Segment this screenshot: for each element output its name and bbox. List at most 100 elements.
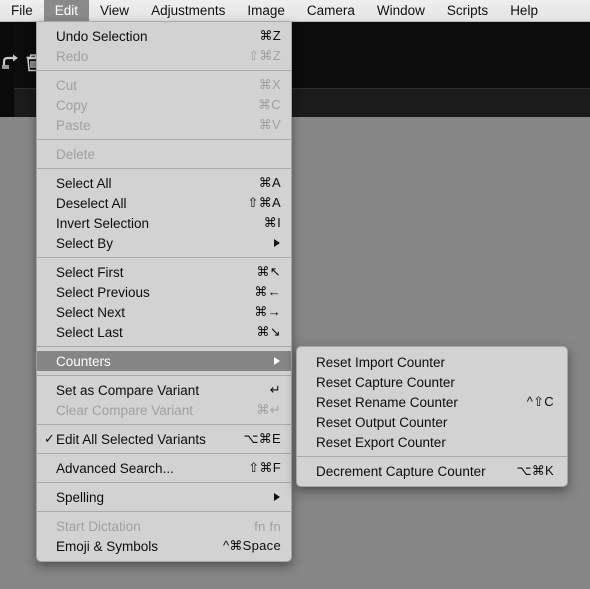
menu-separator — [37, 424, 291, 425]
menu-item-start-dictation: Start Dictation fn fn — [37, 516, 291, 536]
menubar-item-window[interactable]: Window — [366, 0, 436, 21]
menu-separator — [37, 511, 291, 512]
menu-item-shortcut: ⌘↵ — [256, 402, 281, 417]
menu-item-reset-export-counter[interactable]: Reset Export Counter — [297, 432, 567, 452]
menu-item-edit-all-selected-variants[interactable]: ✓ Edit All Selected Variants ⌥⌘E — [37, 429, 291, 449]
menu-item-decrement-capture-counter[interactable]: Decrement Capture Counter ⌥⌘K — [297, 461, 567, 481]
menu-item-label: Start Dictation — [56, 518, 141, 534]
menu-item-label: Reset Import Counter — [316, 354, 446, 370]
menu-item-label: Select Next — [56, 304, 126, 320]
menu-item-spelling[interactable]: Spelling — [37, 487, 291, 507]
menu-item-shortcut: ⌘← — [254, 284, 281, 299]
menu-item-shortcut: ↵ — [269, 382, 281, 397]
menu-item-select-first[interactable]: Select First ⌘↖ — [37, 262, 291, 282]
rotate-icon[interactable] — [0, 52, 22, 74]
menu-item-counters[interactable]: Counters — [37, 351, 291, 371]
menu-item-shortcut: ⌘→ — [254, 304, 281, 319]
menu-separator — [37, 346, 291, 347]
menu-item-label: Reset Output Counter — [316, 414, 448, 430]
menu-item-label: Advanced Search... — [56, 460, 174, 476]
menu-item-label: Select By — [56, 235, 114, 251]
menu-separator — [37, 375, 291, 376]
menu-item-reset-rename-counter[interactable]: Reset Rename Counter ^⇧C — [297, 392, 567, 412]
menu-item-shortcut: ^⌘Space — [222, 538, 281, 553]
menu-item-select-by[interactable]: Select By — [37, 233, 291, 253]
menu-item-shortcut: ⌘C — [258, 97, 281, 112]
menu-item-label: Counters — [56, 353, 111, 369]
menu-item-label: Invert Selection — [56, 215, 150, 231]
menubar-item-camera[interactable]: Camera — [296, 0, 366, 21]
menu-item-shortcut: ⌘Z — [259, 28, 281, 43]
menu-separator — [37, 168, 291, 169]
menu-item-shortcut: ⇧⌘F — [248, 460, 281, 475]
menu-item-cut: Cut ⌘X — [37, 75, 291, 95]
menu-item-label: Edit All Selected Variants — [56, 431, 206, 447]
menu-separator — [37, 257, 291, 258]
app-window: File Edit View Adjustments Image Camera Window… — [0, 0, 590, 589]
menu-item-shortcut: ⌘A — [258, 175, 281, 190]
menubar-item-view[interactable]: View — [89, 0, 140, 21]
menu-item-shortcut: ⌘↖ — [256, 264, 281, 279]
menu-item-label: Emoji & Symbols — [56, 538, 159, 554]
menu-item-label: Select Last — [56, 324, 123, 340]
menu-item-label: Reset Rename Counter — [316, 394, 458, 410]
menu-separator — [37, 139, 291, 140]
counters-submenu[interactable]: Reset Import Counter Reset Capture Counte… — [296, 346, 568, 487]
menu-item-label: Select Previous — [56, 284, 150, 300]
menu-item-label: Deselect All — [56, 195, 127, 211]
menu-item-select-previous[interactable]: Select Previous ⌘← — [37, 282, 291, 302]
menu-item-label: Select First — [56, 264, 124, 280]
menu-item-shortcut: ⇧⌘Z — [248, 48, 281, 63]
menu-item-shortcut: ⌥⌘K — [516, 463, 554, 478]
menu-item-label: Reset Export Counter — [316, 434, 446, 450]
menu-item-label: Copy — [56, 97, 88, 113]
menu-separator — [297, 456, 567, 457]
menubar-item-adjustments[interactable]: Adjustments — [140, 0, 236, 21]
menu-item-label: Delete — [56, 146, 96, 162]
edit-dropdown-menu[interactable]: Undo Selection ⌘Z Redo ⇧⌘Z Cut ⌘X Copy ⌘C Paste ⌘… — [36, 22, 292, 562]
menu-item-set-as-compare-variant[interactable]: Set as Compare Variant ↵ — [37, 380, 291, 400]
submenu-arrow-icon — [274, 357, 280, 365]
menu-item-label: Set as Compare Variant — [56, 382, 200, 398]
menu-item-label: Undo Selection — [56, 28, 148, 44]
menubar-item-file[interactable]: File — [0, 0, 44, 21]
menu-item-clear-compare-variant: Clear Compare Variant ⌘↵ — [37, 400, 291, 420]
menu-item-emoji-symbols[interactable]: Emoji & Symbols ^⌘Space — [37, 536, 291, 556]
menu-item-deselect-all[interactable]: Deselect All ⇧⌘A — [37, 193, 291, 213]
menu-item-shortcut: ⌘V — [258, 117, 281, 132]
menu-item-shortcut: ⌥⌘E — [243, 431, 281, 446]
menu-item-label: Reset Capture Counter — [316, 374, 455, 390]
menu-item-shortcut: ⌘I — [263, 215, 281, 230]
menu-item-delete: Delete — [37, 144, 291, 164]
menubar-item-scripts[interactable]: Scripts — [436, 0, 499, 21]
menu-item-reset-output-counter[interactable]: Reset Output Counter — [297, 412, 567, 432]
menu-item-shortcut: fn fn — [254, 518, 281, 534]
menu-item-reset-capture-counter[interactable]: Reset Capture Counter — [297, 372, 567, 392]
menu-item-label: Clear Compare Variant — [56, 402, 194, 418]
menubar-item-edit[interactable]: Edit — [43, 0, 90, 21]
menu-item-select-all[interactable]: Select All ⌘A — [37, 173, 291, 193]
menu-item-advanced-search[interactable]: Advanced Search... ⇧⌘F — [37, 458, 291, 478]
menu-item-label: Spelling — [56, 489, 105, 505]
menu-item-copy: Copy ⌘C — [37, 95, 291, 115]
menu-item-label: Cut — [56, 77, 78, 93]
menubar-item-image[interactable]: Image — [236, 0, 296, 21]
menu-item-reset-import-counter[interactable]: Reset Import Counter — [297, 352, 567, 372]
menu-item-label: Decrement Capture Counter — [316, 463, 486, 479]
submenu-arrow-icon — [274, 239, 280, 247]
menu-item-redo: Redo ⇧⌘Z — [37, 46, 291, 66]
menu-item-select-last[interactable]: Select Last ⌘↘ — [37, 322, 291, 342]
menu-separator — [37, 453, 291, 454]
menu-bar[interactable]: File Edit View Adjustments Image Camera Window… — [0, 0, 590, 22]
menu-item-invert-selection[interactable]: Invert Selection ⌘I — [37, 213, 291, 233]
menu-item-label: Select All — [56, 175, 112, 191]
checkmark-icon: ✓ — [44, 431, 55, 446]
menu-item-shortcut: ^⇧C — [526, 394, 554, 409]
menu-item-label: Redo — [56, 48, 89, 64]
menu-item-undo-selection[interactable]: Undo Selection ⌘Z — [37, 26, 291, 46]
menubar-item-help[interactable]: Help — [499, 0, 549, 21]
menu-item-paste: Paste ⌘V — [37, 115, 291, 135]
menu-separator — [37, 482, 291, 483]
menu-item-select-next[interactable]: Select Next ⌘→ — [37, 302, 291, 322]
menu-separator — [37, 70, 291, 71]
